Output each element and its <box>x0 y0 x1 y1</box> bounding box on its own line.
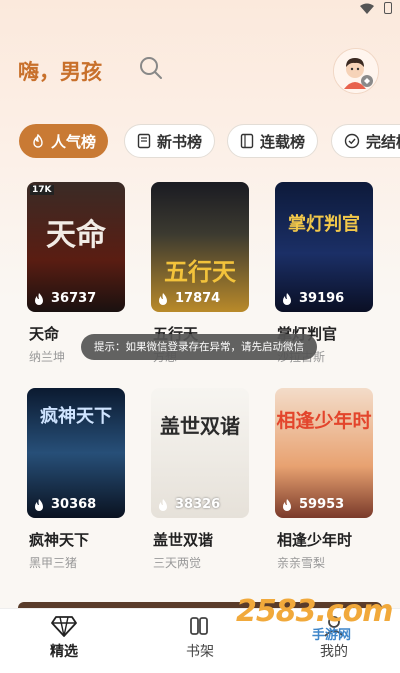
avatar[interactable] <box>333 48 379 94</box>
battery-icon <box>384 2 392 14</box>
book-title[interactable]: 相逢少年时 <box>277 529 352 550</box>
book-cover[interactable]: 盖世双谐 38326 <box>151 388 249 518</box>
heat-count: 59953 <box>281 497 344 512</box>
book-author: 黑甲三猪 <box>29 556 78 570</box>
header: 嗨，男孩 <box>0 40 400 96</box>
flame-icon <box>35 498 43 511</box>
book-cover[interactable]: 相逢少年时 59953 <box>275 388 373 518</box>
book-cover[interactable]: 掌灯判官 39196 <box>275 182 373 312</box>
heat-value: 59953 <box>299 497 345 512</box>
book-author: 亲亲雪梨 <box>277 556 326 570</box>
book-cover[interactable]: 17K 天命 36737 <box>27 182 125 312</box>
cover-badge: 17K <box>30 185 54 195</box>
cover-title: 天命 <box>46 218 106 253</box>
nav-featured[interactable]: 精选 <box>24 615 104 661</box>
diamond-icon <box>51 616 77 637</box>
book-title[interactable]: 天命 <box>29 323 59 344</box>
search-icon[interactable] <box>138 55 164 81</box>
nav-label: 我的 <box>320 644 348 660</box>
heat-count: 17874 <box>157 291 220 306</box>
flame-icon <box>283 292 291 305</box>
nav-bookshelf[interactable]: 书架 <box>160 615 240 661</box>
nav-label: 精选 <box>50 644 78 660</box>
heat-count: 30368 <box>33 497 96 512</box>
tab-label: 完结榜 <box>366 132 400 151</box>
tab-label: 连载榜 <box>260 132 306 151</box>
cover-title: 盖世双谐 <box>160 414 240 438</box>
cover-title: 相逢少年时 <box>276 410 372 432</box>
tab-label: 新书榜 <box>157 132 203 151</box>
avatar-boy-icon <box>334 49 378 93</box>
tab-label: 人气榜 <box>51 132 97 151</box>
wifi-icon <box>360 3 374 14</box>
tab-new-books[interactable]: 新书榜 <box>124 124 216 158</box>
tab-serial[interactable]: 连载榜 <box>227 124 319 158</box>
serial-book-icon <box>240 133 254 149</box>
book-title[interactable]: 疯神天下 <box>29 529 89 550</box>
cover-title: 五行天 <box>164 257 236 286</box>
heat-count: 38326 <box>157 497 220 512</box>
watermark-sub: 手游网 <box>312 628 352 643</box>
heat-count: 36737 <box>33 291 96 306</box>
toast-message: 提示：如果微信登录存在异常，请先启动微信 <box>81 334 317 360</box>
tab-popular[interactable]: 人气榜 <box>19 124 109 158</box>
tab-completed[interactable]: 完结榜 <box>331 124 400 158</box>
check-circle-icon <box>344 133 360 149</box>
flame-icon <box>33 134 43 148</box>
heat-count: 39196 <box>281 291 344 306</box>
greeting-text: 嗨，男孩 <box>18 59 102 84</box>
book-author: 纳兰坤 <box>29 350 66 364</box>
site-watermark: 2583.com 手游网 <box>236 594 394 644</box>
book-icon <box>137 133 151 149</box>
flame-icon <box>283 498 291 511</box>
ranking-tabs: 人气榜 新书榜 连载榜 完结榜 <box>0 122 400 162</box>
heat-value: 38326 <box>175 497 221 512</box>
heat-value: 39196 <box>299 291 345 306</box>
book-title[interactable]: 盖世双谐 <box>153 529 213 550</box>
flame-icon <box>159 498 167 511</box>
cover-title: 疯神天下 <box>40 406 112 427</box>
status-bar <box>0 0 400 18</box>
bookshelf-icon <box>190 617 208 635</box>
cover-title: 掌灯判官 <box>288 214 360 235</box>
heat-value: 17874 <box>175 291 221 306</box>
book-author: 三天两觉 <box>153 556 202 570</box>
heat-value: 36737 <box>51 291 97 306</box>
flame-icon <box>35 292 43 305</box>
heat-value: 30368 <box>51 497 97 512</box>
book-cover[interactable]: 五行天 17874 <box>151 182 249 312</box>
flame-icon <box>159 292 167 305</box>
book-cover[interactable]: 疯神天下 30368 <box>27 388 125 518</box>
nav-label: 书架 <box>186 644 214 660</box>
